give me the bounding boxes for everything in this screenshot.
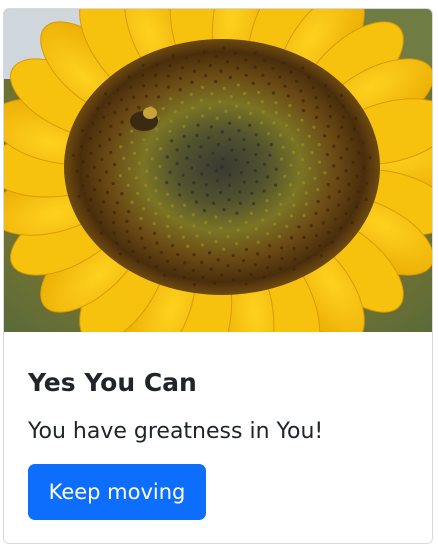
card-image-sunflower bbox=[4, 9, 432, 332]
sunflower-picture bbox=[4, 9, 432, 332]
card-title: Yes You Can bbox=[28, 368, 197, 397]
card-text: You have greatness in You! bbox=[28, 419, 324, 444]
card: Yes You Can You have greatness in You! K… bbox=[3, 8, 433, 544]
keep-moving-button[interactable]: Keep moving bbox=[28, 464, 206, 520]
